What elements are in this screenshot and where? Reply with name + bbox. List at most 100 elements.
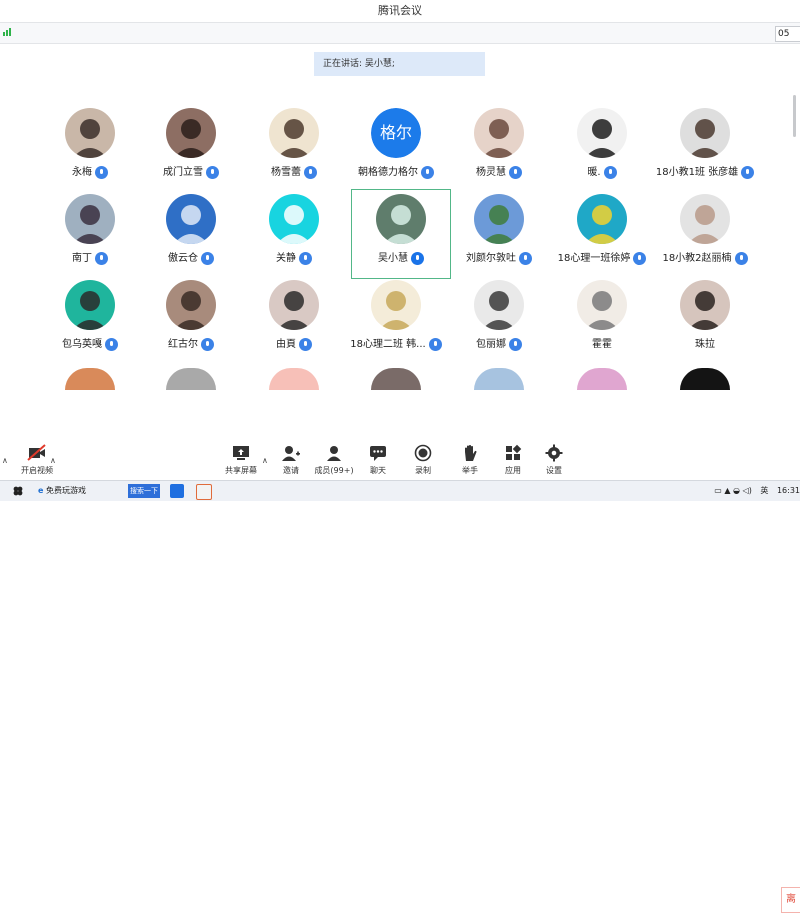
avatar [474,368,524,390]
participant-name: 珠拉 [695,339,715,350]
microphone-icon[interactable] [206,165,219,179]
participant-tile[interactable]: 珠拉 [655,275,755,365]
leave-meeting-button[interactable]: 离 [781,887,800,913]
participant-tile[interactable]: 永梅 [40,103,140,193]
avatar [577,368,627,390]
participant-name: 由頁 [276,339,296,350]
speaking-indicator: 正在讲话: 吴小慧; [314,52,485,76]
avatar [65,194,115,244]
hand-icon [465,445,477,461]
avatar [376,194,426,244]
chevron-up-icon[interactable]: ∧ [50,456,56,465]
avatar [65,368,115,390]
participant-tile[interactable]: 杨灵慧 [449,103,549,193]
participant-tile[interactable]: 18小教1班 张彦雄 [655,103,755,193]
participant-tile[interactable]: 18心理二班 韩... [346,275,446,365]
raise-hand-button[interactable]: 举手 [448,444,492,476]
avatar [680,108,730,158]
window-title: 腾讯会议 [378,4,422,17]
participant-tile[interactable]: 包乌英嘎 [40,275,140,365]
microphone-icon[interactable] [519,251,532,265]
vertical-scrollbar[interactable] [793,95,796,137]
chat-button[interactable]: 聊天 [356,444,400,476]
settings-button[interactable]: 设置 [532,444,576,476]
gear-icon [545,444,563,462]
taskbar-browser[interactable]: e 免费玩游戏 [38,484,86,498]
chevron-up-icon[interactable]: ∧ [2,456,8,465]
app-icon[interactable] [196,484,212,500]
meeting-toolbar: ∧ 开启视频 ∧ 共享屏幕 ∧ 邀请 成员(99+) 聊天 录制 举手 应用 设… [0,440,800,913]
participant-tile[interactable]: 格尔朝格德力格尔 [346,103,446,193]
participant-name: 18小教2赵丽楠 [662,253,732,264]
participant-tile[interactable]: 霍霍 [552,275,652,365]
participant-tile[interactable]: 刘颜尔敦吐 [449,189,549,279]
avatar [577,194,627,244]
microphone-icon[interactable] [201,337,214,351]
participant-name: 暖. [587,167,601,178]
participant-tile[interactable]: 暖. [552,103,652,193]
microphone-icon[interactable] [95,165,108,179]
participant-tile[interactable]: 吴小慧 [351,189,451,279]
ime-indicator[interactable]: 英 [760,486,768,495]
participant-name: 南丁 [72,253,92,264]
record-button[interactable]: 录制 [401,444,445,476]
participant-name: 吴小慧 [378,253,408,264]
participant-tile[interactable]: 关静 [244,189,344,279]
video-off-icon [27,444,46,461]
participant-name: 刘颜尔敦吐 [466,253,516,264]
participant-tile[interactable]: 南丁 [40,189,140,279]
participant-name: 朝格德力格尔 [358,167,418,178]
system-tray: ▭ ▲ ◒ ◁) 英 16:31 [708,484,800,498]
avatar [680,368,730,390]
signal-icon[interactable] [3,28,11,36]
clock[interactable]: 16:31 [777,486,800,495]
record-icon [414,444,432,462]
microphone-icon[interactable] [734,251,748,265]
microphone-icon[interactable] [299,251,312,265]
avatar [577,280,627,330]
participant-tile[interactable]: 包丽娜 [449,275,549,365]
participant-name: 傲云仓 [168,253,198,264]
share-screen-button[interactable]: 共享屏幕 [219,444,263,476]
participant-tile[interactable]: 红古尔 [141,275,241,365]
avatar [269,368,319,390]
microphone-icon[interactable] [304,165,317,179]
participant-tile[interactable]: 18心理一班徐婷 [552,189,652,279]
participant-name: 永梅 [72,167,92,178]
microphone-icon[interactable] [741,165,755,179]
chevron-up-icon[interactable]: ∧ [262,456,268,465]
microphone-icon[interactable] [411,251,424,265]
members-button[interactable]: 成员(99+) [312,444,356,476]
microphone-icon[interactable] [603,165,617,179]
raise-hand-label: 举手 [462,466,478,475]
microphone-icon[interactable] [105,337,118,351]
settings-label: 设置 [546,466,562,475]
participant-tile[interactable]: 由頁 [244,275,344,365]
share-screen-label: 共享屏幕 [225,466,257,475]
meeting-app-icon[interactable] [170,484,184,498]
participant-tile[interactable]: 18小教2赵丽楠 [655,189,755,279]
microphone-icon[interactable] [509,165,522,179]
taskbar-search-button[interactable]: 搜索一下 [128,484,160,498]
avatar-text: 格尔 [371,108,421,158]
avatar [166,368,216,390]
apps-button[interactable]: 应用 [491,444,535,476]
microphone-icon[interactable] [299,337,312,351]
participant-tile[interactable]: 傲云仓 [141,189,241,279]
windows-start-icon[interactable] [13,486,23,496]
avatar: 格尔 [371,108,421,158]
invite-button[interactable]: 邀请 [269,444,313,476]
tray-icons[interactable]: ▭ ▲ ◒ ◁) [714,486,752,495]
microphone-icon[interactable] [509,337,522,351]
avatar [269,108,319,158]
avatar [474,108,524,158]
avatar [166,280,216,330]
participant-tile[interactable]: 杨雪蕾 [244,103,344,193]
participant-tile[interactable]: 成门立雪 [141,103,241,193]
avatar [577,108,627,158]
microphone-icon[interactable] [95,251,108,265]
microphone-icon[interactable] [201,251,214,265]
participant-name-row: 18小教2赵丽楠 [635,249,775,265]
avatar [269,194,319,244]
avatar [680,194,730,244]
